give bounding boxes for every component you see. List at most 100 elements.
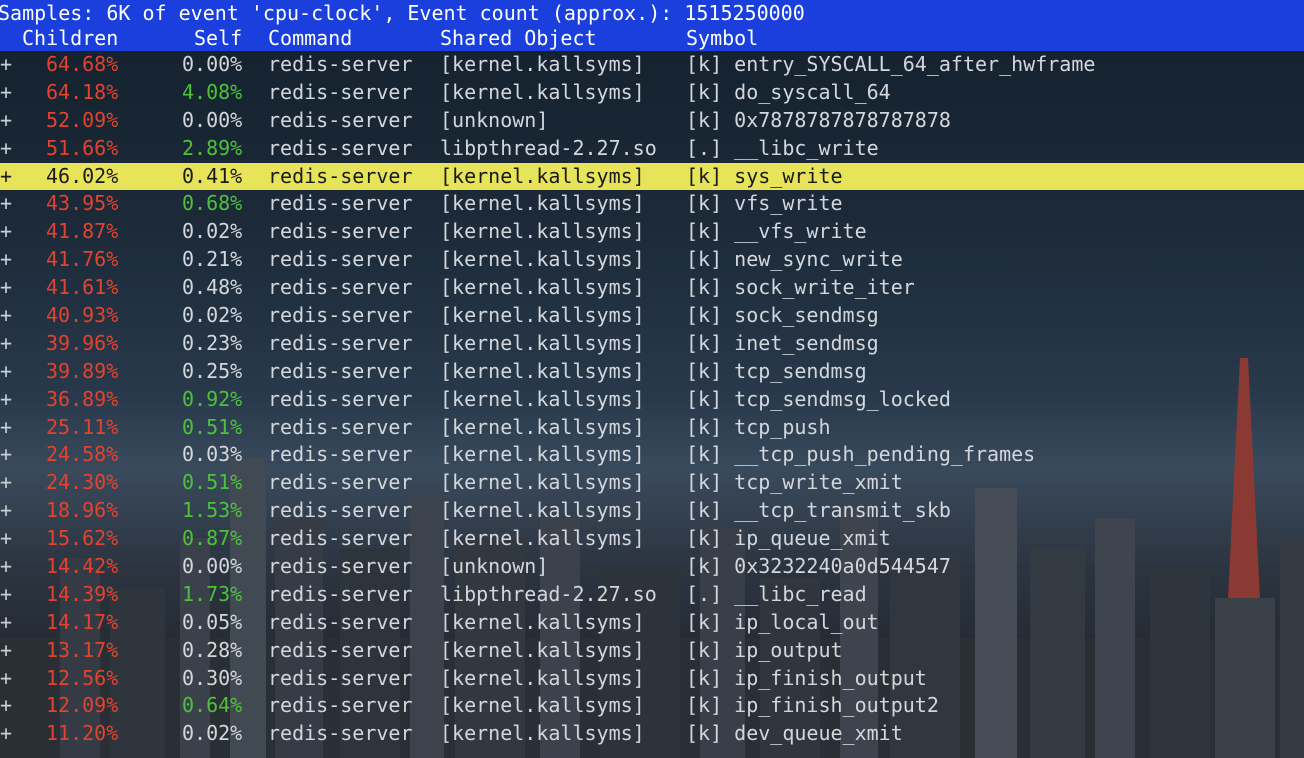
table-row[interactable]: +11.20% 0.02% redis-server [kernel.kallsyms… xyxy=(0,720,1304,748)
column-header-command[interactable]: Command xyxy=(268,25,352,51)
expand-toggle[interactable]: + xyxy=(0,525,12,553)
expand-toggle[interactable]: + xyxy=(0,692,12,720)
expand-toggle[interactable]: + xyxy=(0,163,12,191)
table-row[interactable]: +24.30% 0.51% redis-server [kernel.kallsyms… xyxy=(0,469,1304,497)
table-row[interactable]: +39.89% 0.25% redis-server [kernel.kallsyms… xyxy=(0,358,1304,386)
symbol-cell: [k] vfs_write xyxy=(686,191,843,216)
children-percent: 13.17% xyxy=(46,637,119,662)
expand-toggle[interactable]: + xyxy=(0,637,12,665)
command-cell: redis-server xyxy=(268,526,413,551)
column-header-self[interactable]: Self xyxy=(194,25,242,51)
shared-object-cell: [kernel.kallsyms] xyxy=(440,247,645,272)
expand-toggle[interactable]: + xyxy=(0,609,12,637)
children-percent: 24.30% xyxy=(46,470,119,495)
expand-toggle[interactable]: + xyxy=(0,441,12,469)
children-percent: 64.68% xyxy=(46,52,119,76)
command-cell: redis-server xyxy=(268,135,413,160)
children-percent: 43.95% xyxy=(46,191,119,216)
children-percent: 52.09% xyxy=(46,107,119,132)
table-row[interactable]: +14.17% 0.05% redis-server [kernel.kallsyms… xyxy=(0,609,1304,637)
expand-toggle[interactable]: + xyxy=(0,246,12,274)
expand-toggle[interactable]: + xyxy=(0,330,12,358)
expand-toggle[interactable]: + xyxy=(0,469,12,497)
self-percent: 0.48% xyxy=(182,275,243,300)
table-row[interactable]: +36.89% 0.92% redis-server [kernel.kallsyms… xyxy=(0,386,1304,414)
symbol-cell: [k] __tcp_push_pending_frames xyxy=(686,442,1036,467)
table-row[interactable]: +15.62% 0.87% redis-server [kernel.kallsyms… xyxy=(0,525,1304,553)
children-percent: 18.96% xyxy=(46,498,119,523)
expand-toggle[interactable]: + xyxy=(0,135,12,163)
shared-object-cell: [kernel.kallsyms] xyxy=(440,526,645,551)
self-percent: 0.02% xyxy=(182,219,243,244)
column-header-symbol[interactable]: Symbol xyxy=(686,25,758,51)
table-row[interactable]: +64.18% 4.08% redis-server [kernel.kallsyms… xyxy=(0,79,1304,107)
shared-object-cell: [kernel.kallsyms] xyxy=(440,303,645,328)
expand-toggle[interactable]: + xyxy=(0,302,12,330)
table-row[interactable]: +64.68% 0.00% redis-server [kernel.kallsyms… xyxy=(0,51,1304,79)
command-cell: redis-server xyxy=(268,386,413,411)
table-row[interactable]: +52.09% 0.00% redis-server [unknown] [k] 0x7… xyxy=(0,107,1304,135)
symbol-cell: [k] 0x3232240a0d544547 xyxy=(686,554,951,579)
symbol-cell: [k] sock_write_iter xyxy=(686,275,915,300)
table-row[interactable]: +40.93% 0.02% redis-server [kernel.kallsyms… xyxy=(0,302,1304,330)
table-row[interactable]: +41.87% 0.02% redis-server [kernel.kallsyms… xyxy=(0,218,1304,246)
table-row[interactable]: +43.95% 0.68% redis-server [kernel.kallsyms… xyxy=(0,190,1304,218)
expand-toggle[interactable]: + xyxy=(0,581,12,609)
self-percent: 0.68% xyxy=(182,191,243,216)
children-percent: 46.02% xyxy=(46,163,119,188)
symbol-cell: [k] ip_output xyxy=(686,637,843,662)
expand-toggle[interactable]: + xyxy=(0,720,12,748)
column-header-children[interactable]: Children xyxy=(22,25,118,51)
perf-report-table: +64.68% 0.00% redis-server [kernel.kallsyms… xyxy=(0,51,1304,748)
table-row[interactable]: +39.96% 0.23% redis-server [kernel.kallsyms… xyxy=(0,330,1304,358)
table-row[interactable]: +14.42% 0.00% redis-server [unknown] [k] 0x3… xyxy=(0,553,1304,581)
table-row[interactable]: +12.09% 0.64% redis-server [kernel.kallsyms… xyxy=(0,692,1304,720)
symbol-cell: [k] tcp_write_xmit xyxy=(686,470,903,495)
command-cell: redis-server xyxy=(268,219,413,244)
self-percent: 2.89% xyxy=(182,135,243,160)
expand-toggle[interactable]: + xyxy=(0,386,12,414)
children-percent: 11.20% xyxy=(46,721,119,746)
table-row[interactable]: +12.56% 0.30% redis-server [kernel.kallsyms… xyxy=(0,665,1304,693)
symbol-cell: [k] ip_finish_output xyxy=(686,665,927,690)
expand-toggle[interactable]: + xyxy=(0,79,12,107)
expand-toggle[interactable]: + xyxy=(0,553,12,581)
table-row[interactable]: +18.96% 1.53% redis-server [kernel.kallsyms… xyxy=(0,497,1304,525)
symbol-cell: [k] __vfs_write xyxy=(686,219,867,244)
symbol-cell: [k] entry_SYSCALL_64_after_hwframe xyxy=(686,52,1096,76)
expand-toggle[interactable]: + xyxy=(0,190,12,218)
table-row[interactable]: +14.39% 1.73% redis-server libpthread-2.27.… xyxy=(0,581,1304,609)
expand-toggle[interactable]: + xyxy=(0,51,12,79)
self-percent: 0.03% xyxy=(182,442,243,467)
table-row[interactable]: +41.61% 0.48% redis-server [kernel.kallsyms… xyxy=(0,274,1304,302)
children-percent: 41.87% xyxy=(46,219,119,244)
shared-object-cell: [kernel.kallsyms] xyxy=(440,52,645,76)
expand-toggle[interactable]: + xyxy=(0,414,12,442)
shared-object-cell: [kernel.kallsyms] xyxy=(440,665,645,690)
table-row[interactable]: +24.58% 0.03% redis-server [kernel.kallsyms… xyxy=(0,441,1304,469)
table-row[interactable]: +13.17% 0.28% redis-server [kernel.kallsyms… xyxy=(0,637,1304,665)
table-row[interactable]: +51.66% 2.89% redis-server libpthread-2.27.… xyxy=(0,135,1304,163)
column-header-shared-object[interactable]: Shared Object xyxy=(440,25,597,51)
shared-object-cell: [kernel.kallsyms] xyxy=(440,442,645,467)
children-percent: 40.93% xyxy=(46,303,119,328)
shared-object-cell: [kernel.kallsyms] xyxy=(440,721,645,746)
shared-object-cell: [kernel.kallsyms] xyxy=(440,79,645,104)
table-row[interactable]: +41.76% 0.21% redis-server [kernel.kallsyms… xyxy=(0,246,1304,274)
expand-toggle[interactable]: + xyxy=(0,218,12,246)
event-summary: Samples: 6K of event 'cpu-clock', Event … xyxy=(0,1,805,25)
table-row[interactable]: +25.11% 0.51% redis-server [kernel.kallsyms… xyxy=(0,414,1304,442)
command-cell: redis-server xyxy=(268,721,413,746)
command-cell: redis-server xyxy=(268,414,413,439)
symbol-cell: [k] 0x7878787878787878 xyxy=(686,107,951,132)
self-percent: 0.02% xyxy=(182,721,243,746)
expand-toggle[interactable]: + xyxy=(0,107,12,135)
expand-toggle[interactable]: + xyxy=(0,665,12,693)
expand-toggle[interactable]: + xyxy=(0,358,12,386)
shared-object-cell: [kernel.kallsyms] xyxy=(440,414,645,439)
expand-toggle[interactable]: + xyxy=(0,274,12,302)
symbol-cell: [k] tcp_sendmsg xyxy=(686,358,867,383)
expand-toggle[interactable]: + xyxy=(0,497,12,525)
shared-object-cell: [kernel.kallsyms] xyxy=(440,637,645,662)
table-row[interactable]: +46.02% 0.41% redis-server [kernel.kallsyms… xyxy=(0,162,1304,191)
